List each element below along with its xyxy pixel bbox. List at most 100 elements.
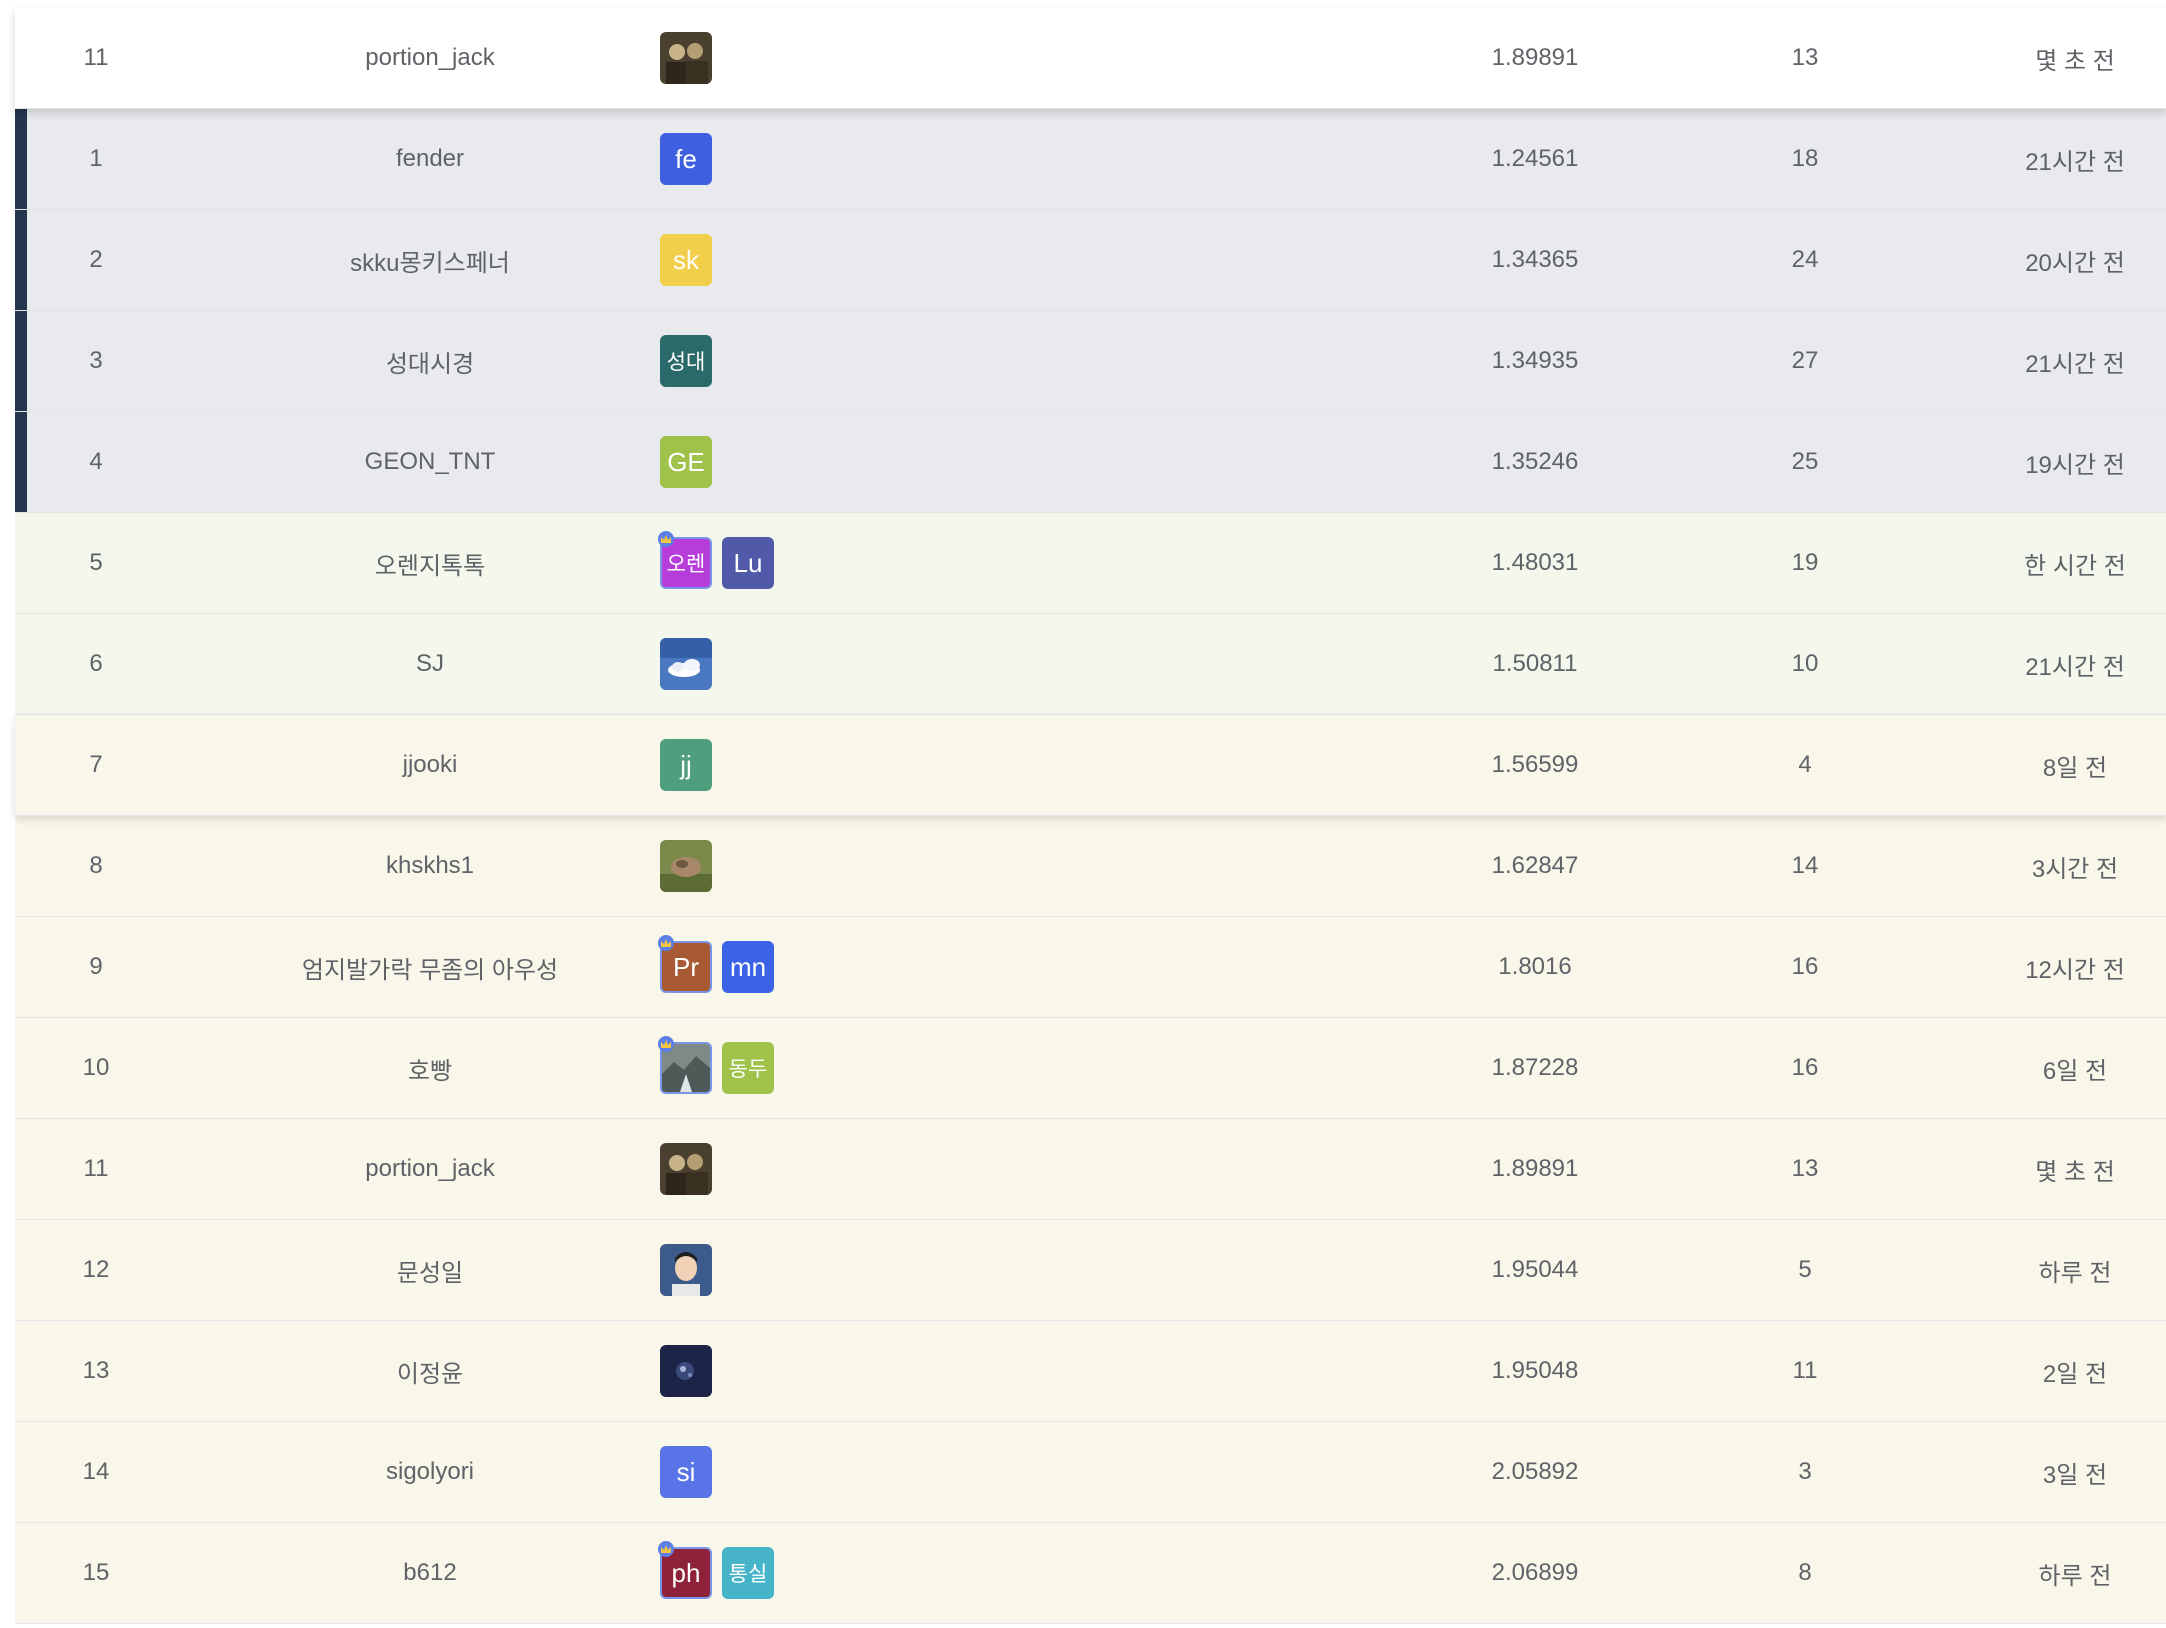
score-cell: 1.50811 xyxy=(1492,650,1578,677)
vintage-photo-icon[interactable] xyxy=(660,32,712,84)
table-row[interactable]: 6 SJ 1.50811 10 21시간 전 xyxy=(15,614,2166,715)
leader-avatar[interactable]: 오렌 xyxy=(658,531,712,589)
last-submit-cell: 몇 초 전 xyxy=(2035,1158,2115,1186)
team-name-cell[interactable]: b612 xyxy=(230,1523,630,1623)
entries-cell: 13 xyxy=(1791,44,1819,71)
team-members-cell: si xyxy=(660,1422,960,1522)
last-submit-cell: 3시간 전 xyxy=(2031,855,2119,883)
team-name-cell[interactable]: 성대시경 xyxy=(230,311,630,411)
table-row[interactable]: 13 이정윤 1.95048 11 2일 전 xyxy=(15,1321,2166,1422)
current-user-row[interactable]: 11 portion_jack 1.89891 13 몇 초 전 xyxy=(15,8,2166,109)
team-members-cell xyxy=(660,1220,960,1320)
hand-photo-icon[interactable] xyxy=(660,840,712,892)
table-row[interactable]: 2 skku몽키스페너 sk 1.34365 24 20시간 전 xyxy=(15,210,2166,311)
member-avatar[interactable]: 동두 xyxy=(722,1042,774,1094)
rank-cell: 13 xyxy=(82,1357,110,1384)
leaderboard: 11 portion_jack 1.89891 13 몇 초 전 1 fende… xyxy=(15,8,2166,1624)
team-name-cell[interactable]: portion_jack xyxy=(230,8,630,108)
member-avatar[interactable]: 성대 xyxy=(660,335,712,387)
rock-photo-icon[interactable] xyxy=(658,1036,712,1094)
rank-cell: 11 xyxy=(83,44,109,71)
team-members-cell: ph 통실 xyxy=(658,1523,960,1623)
last-submit-cell: 3일 전 xyxy=(2042,1461,2108,1489)
vintage-photo-icon[interactable] xyxy=(660,1143,712,1195)
entries-cell: 25 xyxy=(1791,448,1819,475)
member-avatar[interactable]: si xyxy=(660,1446,712,1498)
entries-cell: 3 xyxy=(1798,1458,1812,1485)
last-submit-cell: 21시간 전 xyxy=(2025,350,2125,378)
leader-avatar[interactable]: ph xyxy=(658,1541,712,1599)
team-members-cell: 성대 xyxy=(660,311,960,411)
last-submit-cell: 8일 전 xyxy=(2042,754,2108,782)
table-row[interactable]: 15 b612 ph 통실 2.06899 8 하루 전 xyxy=(15,1523,2166,1624)
team-members-cell xyxy=(660,8,960,108)
rank-cell: 9 xyxy=(89,953,103,980)
table-row[interactable]: 8 khskhs1 1.62847 14 3시간 전 xyxy=(15,816,2166,917)
entries-cell: 8 xyxy=(1798,1559,1812,1586)
score-cell: 1.95048 xyxy=(1491,1357,1579,1384)
team-name-cell[interactable]: 엄지발가락 무좀의 아우성 xyxy=(230,917,630,1017)
table-row[interactable]: 9 엄지발가락 무좀의 아우성 Pr mn 1.8016 16 12시간 전 xyxy=(15,917,2166,1018)
rank-cell: 12 xyxy=(82,1256,110,1283)
last-submit-cell: 21시간 전 xyxy=(2025,148,2125,176)
table-row[interactable]: 3 성대시경 성대 1.34935 27 21시간 전 xyxy=(15,311,2166,412)
member-avatar[interactable]: mn xyxy=(722,941,774,993)
member-avatar[interactable]: 통실 xyxy=(722,1547,774,1599)
score-cell: 1.34935 xyxy=(1491,347,1579,374)
sky-cloud-photo-icon[interactable] xyxy=(660,638,712,690)
dark-night-photo-icon[interactable] xyxy=(660,1345,712,1397)
table-row[interactable]: 5 오렌지톡톡 오렌 Lu 1.48031 19 한 시간 전 xyxy=(15,513,2166,614)
rank-cell: 14 xyxy=(82,1458,110,1485)
crown-icon xyxy=(658,1036,674,1052)
team-name-cell[interactable]: 오렌지톡톡 xyxy=(230,513,630,613)
rank-cell: 8 xyxy=(89,852,103,879)
member-avatar[interactable]: jj xyxy=(660,739,712,791)
portrait-photo-icon[interactable] xyxy=(660,1244,712,1296)
team-name-cell[interactable]: 문성일 xyxy=(230,1220,630,1320)
rank-cell: 4 xyxy=(89,448,103,475)
team-name-cell[interactable]: GEON_TNT xyxy=(230,412,630,512)
table-row[interactable]: 1 fender fe 1.24561 18 21시간 전 xyxy=(15,109,2166,210)
team-name-cell[interactable]: fender xyxy=(230,109,630,209)
rank-cell: 2 xyxy=(89,246,103,273)
score-cell: 1.89891 xyxy=(1491,1155,1579,1182)
crown-icon xyxy=(658,531,674,547)
team-name-cell[interactable]: khskhs1 xyxy=(230,816,630,916)
score-cell: 1.8016 xyxy=(1498,953,1572,980)
team-name-cell[interactable]: skku몽키스페너 xyxy=(230,210,630,310)
table-row[interactable]: 7 jjooki jj 1.56599 4 8일 전 xyxy=(15,715,2166,816)
last-submit-cell: 하루 전 xyxy=(2038,1259,2112,1287)
entries-cell: 19 xyxy=(1791,549,1819,576)
table-row[interactable]: 11 portion_jack 1.89891 13 몇 초 전 xyxy=(15,1119,2166,1220)
score-cell: 1.35246 xyxy=(1491,448,1579,475)
table-row[interactable]: 14 sigolyori si 2.05892 3 3일 전 xyxy=(15,1422,2166,1523)
last-submit-cell: 20시간 전 xyxy=(2025,249,2125,277)
rank-cell: 1 xyxy=(89,145,103,172)
leader-avatar[interactable]: Pr xyxy=(658,935,712,993)
team-name-cell[interactable]: 이정윤 xyxy=(230,1321,630,1421)
score-cell: 1.95044 xyxy=(1491,1256,1579,1283)
table-row[interactable]: 10 호빵 동두 1.87228 16 6일 전 xyxy=(15,1018,2166,1119)
rank-cell: 11 xyxy=(83,1155,109,1182)
team-members-cell: GE xyxy=(660,412,960,512)
table-row[interactable]: 4 GEON_TNT GE 1.35246 25 19시간 전 xyxy=(15,412,2166,513)
team-name-cell[interactable]: SJ xyxy=(230,614,630,714)
last-submit-cell: 6일 전 xyxy=(2042,1057,2108,1085)
score-cell: 2.06899 xyxy=(1491,1559,1579,1586)
team-name-cell[interactable]: jjooki xyxy=(230,715,630,815)
team-name-cell[interactable]: portion_jack xyxy=(230,1119,630,1219)
member-avatar[interactable]: sk xyxy=(660,234,712,286)
member-avatar[interactable]: fe xyxy=(660,133,712,185)
member-avatar[interactable]: Lu xyxy=(722,537,774,589)
avatar-initials: Pr xyxy=(673,951,699,982)
table-row[interactable]: 12 문성일 1.95044 5 하루 전 xyxy=(15,1220,2166,1321)
team-name-cell[interactable]: 호빵 xyxy=(230,1018,630,1118)
score-cell: 1.87228 xyxy=(1491,1054,1579,1081)
last-submit-cell: 2일 전 xyxy=(2042,1360,2108,1388)
entries-cell: 4 xyxy=(1798,751,1812,778)
entries-cell: 14 xyxy=(1791,852,1819,879)
last-submit-cell: 한 시간 전 xyxy=(2024,552,2126,580)
last-submit-cell: 몇 초 전 xyxy=(2035,47,2115,75)
member-avatar[interactable]: GE xyxy=(660,436,712,488)
team-name-cell[interactable]: sigolyori xyxy=(230,1422,630,1522)
